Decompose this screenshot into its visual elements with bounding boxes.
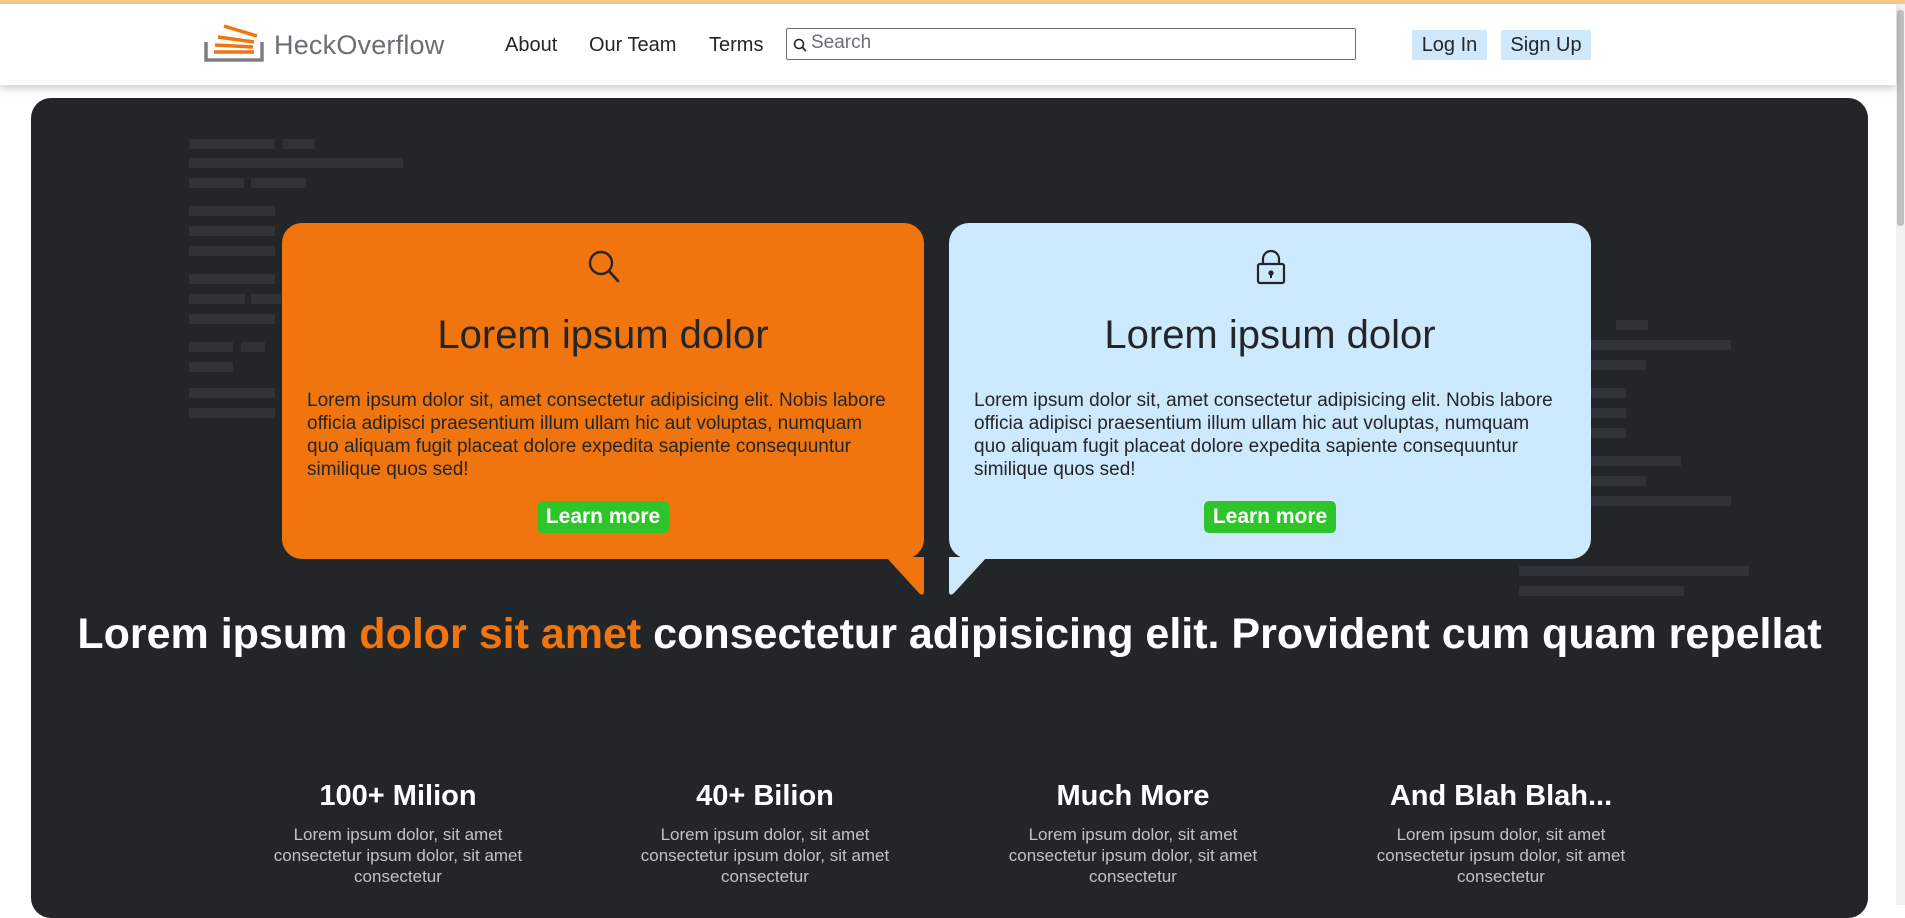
search-input[interactable]	[811, 31, 1347, 55]
page-scrollbar[interactable]	[1896, 4, 1905, 905]
search-icon	[588, 250, 620, 283]
stat-text: Lorem ipsum dolor, sit amet consectetur …	[1376, 825, 1626, 886]
stat-block: Much More Lorem ipsum dolor, sit amet co…	[993, 778, 1273, 887]
search-icon	[793, 38, 807, 52]
stat-block: 100+ Milion Lorem ipsum dolor, sit amet …	[258, 778, 538, 887]
learn-more-button[interactable]: Learn more	[1204, 501, 1336, 533]
stat-text: Lorem ipsum dolor, sit amet consectetur …	[640, 825, 890, 886]
card-text: Lorem ipsum dolor sit, amet consectetur …	[974, 390, 1553, 480]
headline-end: consectetur adipisicing elit. Provident …	[641, 610, 1822, 658]
nav-link-our-team[interactable]: Our Team	[589, 34, 676, 57]
stat-block: And Blah Blah... Lorem ipsum dolor, sit …	[1361, 778, 1641, 887]
speech-tail-blue	[949, 557, 987, 595]
card-title: Lorem ipsum dolor	[437, 313, 769, 357]
feature-card-search: Lorem ipsum dolor Lorem ipsum dolor sit,…	[282, 223, 924, 559]
login-button[interactable]: Log In	[1412, 30, 1487, 60]
feature-card-lock: Lorem ipsum dolor Lorem ipsum dolor sit,…	[949, 223, 1591, 559]
stat-text: Lorem ipsum dolor, sit amet consectetur …	[1008, 825, 1258, 886]
stat-title: 40+ Bilion	[696, 780, 834, 812]
hero-section: Lorem ipsum dolor Lorem ipsum dolor sit,…	[31, 98, 1868, 918]
learn-more-button[interactable]: Learn more	[537, 501, 669, 533]
hero-headline: Lorem ipsum dolor sit amet consectetur a…	[31, 608, 1868, 660]
headline-start: Lorem ipsum	[77, 610, 360, 658]
stack-logo-icon	[204, 24, 264, 62]
search-box[interactable]	[786, 28, 1356, 60]
logo[interactable]: HeckOverflow	[204, 18, 444, 68]
stat-block: 40+ Bilion Lorem ipsum dolor, sit amet c…	[625, 778, 905, 887]
card-title: Lorem ipsum dolor	[1104, 313, 1436, 357]
card-text: Lorem ipsum dolor sit, amet consectetur …	[307, 390, 886, 480]
nav-link-about[interactable]: About	[505, 34, 557, 57]
brand-name: HeckOverflow	[274, 30, 445, 60]
scrollbar-thumb[interactable]	[1897, 10, 1904, 226]
site-header: HeckOverflow About Our Team Terms Log In…	[0, 4, 1896, 85]
signup-button[interactable]: Sign Up	[1501, 30, 1591, 60]
headline-accent: dolor sit amet	[359, 610, 642, 658]
nav-link-terms[interactable]: Terms	[709, 34, 763, 57]
stat-title: And Blah Blah...	[1389, 780, 1613, 812]
speech-tail-orange	[886, 557, 924, 595]
stat-title: Much More	[1056, 780, 1210, 812]
stat-title: 100+ Milion	[319, 780, 477, 812]
lock-icon	[1256, 249, 1286, 285]
stat-text: Lorem ipsum dolor, sit amet consectetur …	[273, 825, 523, 886]
